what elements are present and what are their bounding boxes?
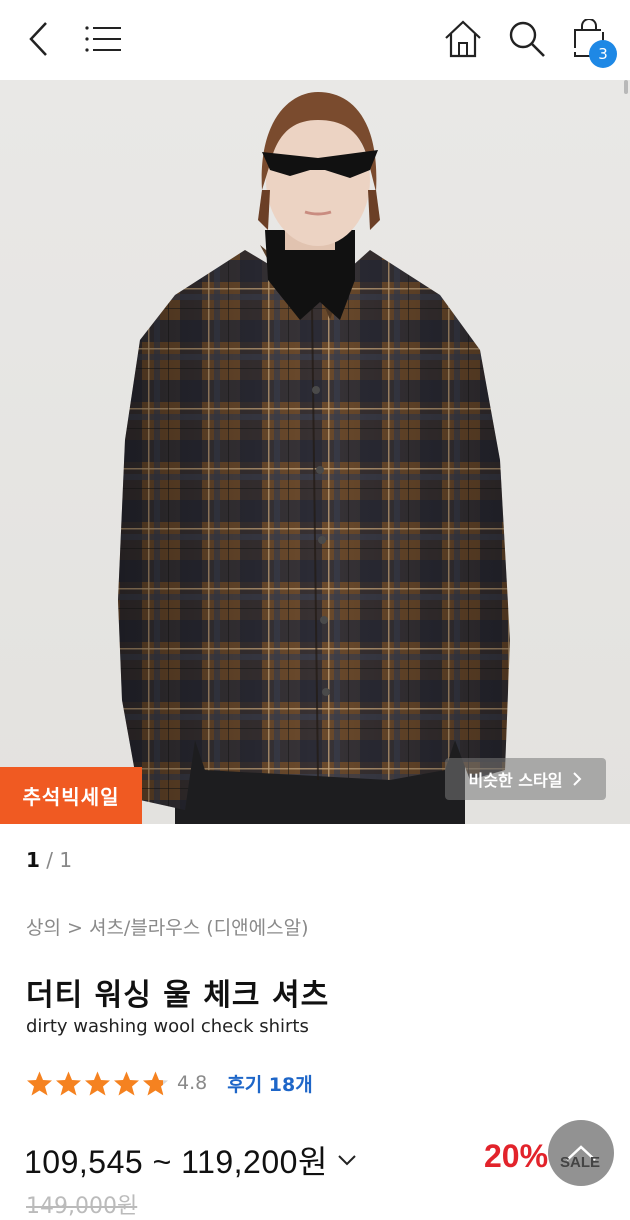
product-title-english: dirty washing wool check shirts <box>26 1016 309 1037</box>
rating-value: 4.8 <box>177 1072 208 1094</box>
pager-total: 1 <box>59 848 73 872</box>
review-count-link[interactable]: 후기 18개 <box>227 1070 313 1097</box>
scroll-to-top-button[interactable] <box>548 1120 614 1186</box>
star-icon <box>56 1071 81 1095</box>
star-icon <box>85 1071 110 1095</box>
star-icon <box>114 1071 139 1095</box>
product-photo-illustration <box>118 92 510 824</box>
menu-button[interactable] <box>82 18 124 60</box>
star-icon <box>143 1071 168 1095</box>
product-title-korean: 더티 워싱 울 체크 셔츠 <box>26 978 330 1013</box>
pager-separator: / <box>46 848 60 872</box>
search-button[interactable] <box>506 18 548 60</box>
pager-current: 1 <box>26 848 40 872</box>
chevron-down-icon[interactable] <box>336 1149 358 1171</box>
image-pager: 1 / 1 <box>26 848 72 872</box>
promo-sale-tag: 추석빅세일 <box>0 767 142 824</box>
home-icon <box>445 20 481 58</box>
star-icon <box>27 1071 52 1095</box>
product-image[interactable] <box>0 80 630 824</box>
page-scrollbar[interactable] <box>624 80 628 94</box>
rating-row: 4.8 후기 18개 <box>26 1066 313 1100</box>
price-row[interactable]: 109,545 ~ 119,200원 <box>24 1137 358 1183</box>
home-button[interactable] <box>442 18 484 60</box>
chevron-left-icon <box>29 22 47 56</box>
category-breadcrumb[interactable]: 상의 > 셔츠/블라우스 (디앤에스알) <box>26 913 309 940</box>
price-range: 109,545 ~ 119,200원 <box>24 1144 328 1180</box>
search-icon <box>509 21 545 57</box>
similar-style-label: 비슷한 스타일 <box>468 771 563 790</box>
original-price: 149,000원 <box>26 1194 138 1219</box>
similar-style-button[interactable]: 비슷한 스타일 <box>445 758 606 800</box>
sale-label: SALE <box>560 1154 601 1171</box>
top-header: 3 <box>0 0 630 78</box>
chevron-right-icon <box>573 772 582 786</box>
back-button[interactable] <box>18 18 60 60</box>
rating-stars <box>26 1070 169 1097</box>
hamburger-menu-icon <box>85 26 121 52</box>
cart-count-badge: 3 <box>589 40 617 68</box>
discount-rate: 20% <box>484 1138 549 1174</box>
